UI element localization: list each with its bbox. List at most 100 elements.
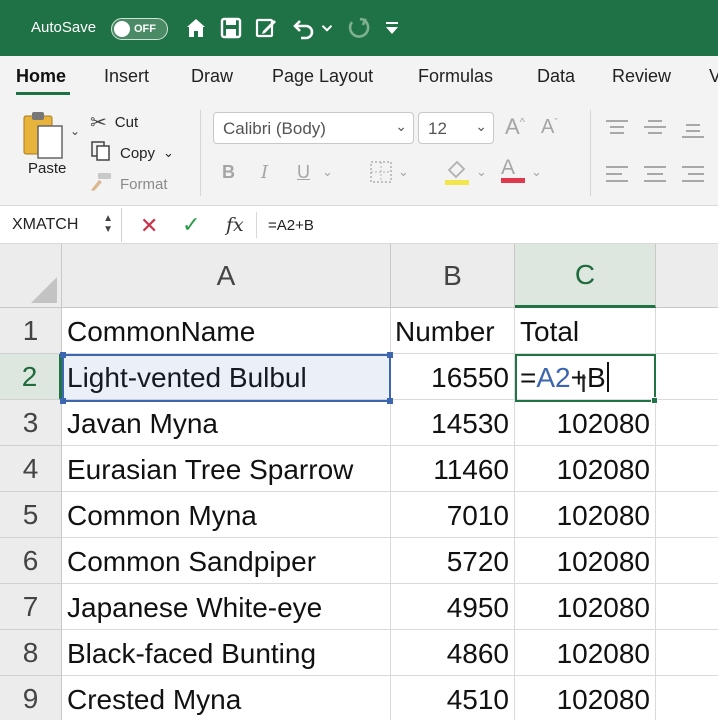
table-cell-total[interactable]: 102080: [515, 492, 656, 538]
table-cell-name[interactable]: Japanese White-eye: [62, 584, 391, 630]
cell-b1[interactable]: Number: [391, 308, 515, 354]
row-header[interactable]: 3: [0, 400, 62, 446]
table-cell-name[interactable]: Common Sandpiper: [62, 538, 391, 584]
row-header[interactable]: 6: [0, 538, 62, 584]
table-cell-total[interactable]: 102080: [515, 446, 656, 492]
align-top-icon[interactable]: [606, 120, 628, 136]
table-cell-empty[interactable]: [656, 492, 718, 538]
fill-color-icon[interactable]: [444, 158, 470, 191]
cell-d1[interactable]: [656, 308, 718, 354]
paste-button[interactable]: Paste: [28, 160, 66, 177]
cell-a1[interactable]: CommonName: [62, 308, 391, 354]
cell-b2[interactable]: 16550: [391, 354, 515, 400]
align-bottom-icon[interactable]: [682, 124, 704, 140]
paste-chevron-icon[interactable]: ⌄: [70, 124, 80, 138]
align-middle-icon[interactable]: [644, 120, 666, 136]
table-cell-empty[interactable]: [656, 446, 718, 492]
edit-doc-icon[interactable]: [252, 14, 280, 42]
column-header-b[interactable]: B: [391, 244, 515, 308]
tab-formulas[interactable]: Formulas: [418, 66, 493, 87]
cell-a2[interactable]: Light-vented Bulbul: [62, 354, 391, 400]
paste-icon[interactable]: [22, 110, 66, 160]
underline-button[interactable]: U: [297, 162, 310, 183]
tab-home[interactable]: Home: [16, 66, 66, 87]
decrease-font-size-icon[interactable]: Aˇ: [541, 116, 558, 139]
table-cell-number[interactable]: 11460: [391, 446, 515, 492]
cancel-icon[interactable]: ✕: [140, 213, 158, 239]
column-header-a[interactable]: A: [62, 244, 391, 308]
tab-insert[interactable]: Insert: [104, 66, 149, 87]
redo-icon[interactable]: [344, 14, 372, 42]
insert-function-icon[interactable]: fx: [226, 214, 244, 236]
name-box-stepper-icon[interactable]: ▲ ▼: [103, 213, 113, 235]
italic-button[interactable]: I: [261, 162, 268, 183]
table-cell-name[interactable]: Javan Myna: [62, 400, 391, 446]
align-left-icon[interactable]: [606, 166, 628, 182]
align-center-icon[interactable]: [644, 166, 666, 182]
undo-dropdown-chevron-icon[interactable]: [318, 14, 336, 42]
borders-icon[interactable]: [369, 160, 393, 189]
increase-font-size-icon[interactable]: A^: [505, 114, 525, 140]
table-cell-number[interactable]: 14530: [391, 400, 515, 446]
tab-review[interactable]: Review: [612, 66, 671, 87]
undo-icon[interactable]: [290, 14, 318, 42]
copy-label: Copy: [120, 144, 156, 162]
tab-draw[interactable]: Draw: [191, 66, 233, 87]
table-cell-number[interactable]: 7010: [391, 492, 515, 538]
tab-view[interactable]: V: [709, 66, 718, 87]
autosave-toggle[interactable]: OFF: [111, 18, 168, 40]
table-cell-total[interactable]: 102080: [515, 538, 656, 584]
cell-c1[interactable]: Total: [515, 308, 656, 354]
table-cell-number[interactable]: 4860: [391, 630, 515, 676]
cut-button[interactable]: ✂ Cut: [90, 110, 138, 135]
column-header-d[interactable]: [656, 244, 718, 308]
row-header[interactable]: 4: [0, 446, 62, 492]
table-cell-number[interactable]: 4950: [391, 584, 515, 630]
table-cell-empty[interactable]: [656, 538, 718, 584]
font-color-letter: A: [501, 156, 516, 179]
format-painter-button[interactable]: Format: [90, 172, 168, 196]
table-cell-total[interactable]: 102080: [515, 630, 656, 676]
save-icon[interactable]: [217, 14, 245, 42]
name-box[interactable]: XMATCH ▲ ▼: [0, 208, 122, 242]
row-header[interactable]: 5: [0, 492, 62, 538]
borders-chevron-icon[interactable]: ⌄: [398, 164, 409, 180]
select-all-corner[interactable]: [0, 244, 62, 308]
chevron-down-icon: ⌄: [395, 118, 407, 134]
formula-input[interactable]: =A2+B: [268, 217, 314, 234]
table-cell-name[interactable]: Crested Myna: [62, 676, 391, 720]
font-color-chevron-icon[interactable]: ⌄: [531, 164, 542, 180]
font-name-combo[interactable]: Calibri (Body) ⌄: [213, 112, 414, 144]
table-cell-name[interactable]: Eurasian Tree Sparrow: [62, 446, 391, 492]
row-header[interactable]: 7: [0, 584, 62, 630]
table-cell-number[interactable]: 5720: [391, 538, 515, 584]
table-cell-number[interactable]: 4510: [391, 676, 515, 720]
row-header[interactable]: 1: [0, 308, 62, 354]
table-cell-total[interactable]: 102080: [515, 400, 656, 446]
home-icon[interactable]: [182, 14, 210, 42]
tab-page-layout[interactable]: Page Layout: [272, 66, 373, 87]
table-cell-total[interactable]: 102080: [515, 676, 656, 720]
row-header[interactable]: 8: [0, 630, 62, 676]
tab-data[interactable]: Data: [537, 66, 575, 87]
table-cell-total[interactable]: 102080: [515, 584, 656, 630]
row-header[interactable]: 9: [0, 676, 62, 720]
table-cell-name[interactable]: Black-faced Bunting: [62, 630, 391, 676]
table-cell-name[interactable]: Common Myna: [62, 492, 391, 538]
cell-d2[interactable]: [656, 354, 718, 400]
font-color-button[interactable]: A: [501, 156, 525, 183]
fill-color-chevron-icon[interactable]: ⌄: [476, 164, 487, 180]
table-cell-empty[interactable]: [656, 676, 718, 720]
copy-button[interactable]: Copy ⌄: [90, 140, 174, 166]
row-header[interactable]: 2: [0, 354, 62, 400]
enter-check-icon[interactable]: ✓: [182, 212, 200, 238]
bold-button[interactable]: B: [222, 162, 235, 183]
table-cell-empty[interactable]: [656, 584, 718, 630]
table-cell-empty[interactable]: [656, 630, 718, 676]
align-right-icon[interactable]: [682, 166, 704, 182]
column-header-c[interactable]: C: [515, 244, 656, 308]
underline-chevron-icon[interactable]: ⌄: [322, 164, 333, 180]
customize-icon[interactable]: [380, 14, 404, 42]
font-size-combo[interactable]: 12 ⌄: [418, 112, 494, 144]
table-cell-empty[interactable]: [656, 400, 718, 446]
